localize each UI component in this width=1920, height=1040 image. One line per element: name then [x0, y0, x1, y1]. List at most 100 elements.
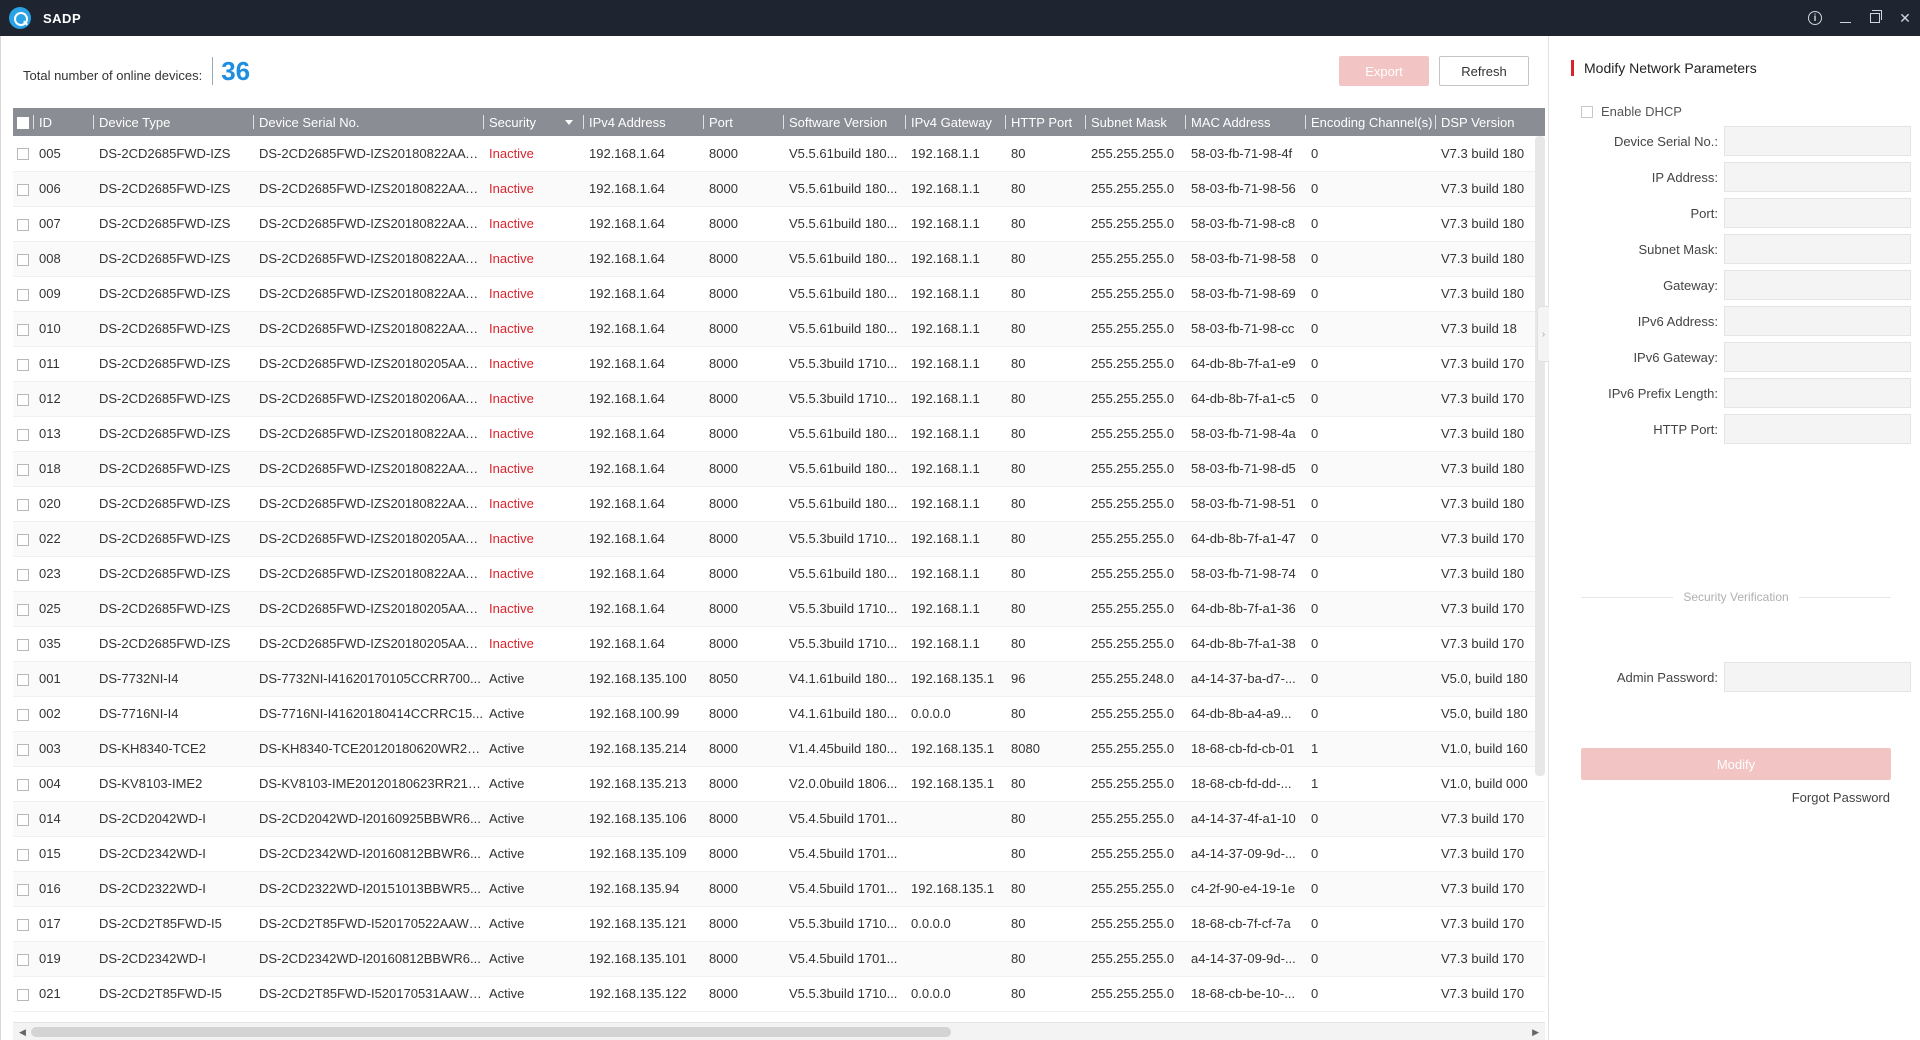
row-select-cell[interactable] — [13, 521, 33, 557]
row-select-cell[interactable] — [13, 731, 33, 767]
enable-dhcp-option[interactable]: Enable DHCP — [1581, 104, 1682, 119]
scroll-right-icon[interactable]: ▶ — [1532, 1027, 1539, 1038]
row-select-cell[interactable] — [13, 206, 33, 242]
modify-button[interactable]: Modify — [1581, 748, 1891, 780]
horizontal-scrollbar[interactable]: ◀ ▶ — [13, 1022, 1545, 1040]
table-row[interactable]: 014 DS-2CD2042WD-I DS-2CD2042WD-I20160925B… — [13, 801, 1545, 837]
table-row[interactable]: 016 DS-2CD2322WD-I DS-2CD2322WD-I20151013B… — [13, 871, 1545, 907]
minimize-button[interactable] — [1830, 0, 1860, 36]
table-row[interactable]: 009 DS-2CD2685FWD-IZS DS-2CD2685FWD-IZS201… — [13, 276, 1545, 312]
row-checkbox[interactable] — [17, 638, 29, 651]
table-row[interactable]: 020 DS-2CD2685FWD-IZS DS-2CD2685FWD-IZS201… — [13, 486, 1545, 522]
column-header-ipv4[interactable]: IPv4 Address — [583, 108, 703, 136]
row-checkbox[interactable] — [17, 288, 29, 301]
row-select-cell[interactable] — [13, 766, 33, 802]
row-checkbox[interactable] — [17, 323, 29, 336]
table-row[interactable]: 007 DS-2CD2685FWD-IZS DS-2CD2685FWD-IZS201… — [13, 206, 1545, 242]
row-select-cell[interactable] — [13, 626, 33, 662]
row-checkbox[interactable] — [17, 708, 29, 721]
row-checkbox[interactable] — [17, 883, 29, 896]
table-row[interactable]: 011 DS-2CD2685FWD-IZS DS-2CD2685FWD-IZS201… — [13, 346, 1545, 382]
field-input[interactable] — [1723, 342, 1911, 372]
row-checkbox[interactable] — [17, 183, 29, 196]
row-select-cell[interactable] — [13, 241, 33, 277]
row-select-cell[interactable] — [13, 661, 33, 697]
column-header-http-port[interactable]: HTTP Port — [1005, 108, 1085, 136]
field-input[interactable] — [1723, 162, 1911, 192]
row-select-cell[interactable] — [13, 906, 33, 942]
table-row[interactable]: 021 DS-2CD2T85FWD-I5 DS-2CD2T85FWD-I520170… — [13, 976, 1545, 1012]
row-checkbox[interactable] — [17, 253, 29, 266]
row-checkbox[interactable] — [17, 148, 29, 161]
row-select-cell[interactable] — [13, 416, 33, 452]
row-select-cell[interactable] — [13, 346, 33, 382]
enable-dhcp-checkbox[interactable] — [1581, 105, 1593, 118]
field-input[interactable] — [1723, 378, 1911, 408]
table-row[interactable]: 006 DS-2CD2685FWD-IZS DS-2CD2685FWD-IZS201… — [13, 171, 1545, 207]
table-row[interactable]: 003 DS-KH8340-TCE2 DS-KH8340-TCE2012018062… — [13, 731, 1545, 767]
field-input[interactable] — [1723, 126, 1911, 156]
collapse-panel-button[interactable]: › — [1537, 306, 1549, 362]
table-row[interactable]: 015 DS-2CD2342WD-I DS-2CD2342WD-I20160812B… — [13, 836, 1545, 872]
row-checkbox[interactable] — [17, 988, 29, 1001]
field-input[interactable] — [1723, 306, 1911, 336]
column-header-security[interactable]: Security — [483, 108, 583, 136]
row-select-cell[interactable] — [13, 801, 33, 837]
field-input[interactable] — [1723, 234, 1911, 264]
forgot-password-link[interactable]: Forgot Password — [1792, 790, 1890, 805]
select-all-checkbox[interactable] — [17, 117, 29, 130]
row-select-cell[interactable] — [13, 871, 33, 907]
row-checkbox[interactable] — [17, 218, 29, 231]
table-row[interactable]: 019 DS-2CD2342WD-I DS-2CD2342WD-I20160812B… — [13, 941, 1545, 977]
horizontal-scroll-thumb[interactable] — [31, 1027, 951, 1037]
row-checkbox[interactable] — [17, 743, 29, 756]
vertical-scrollbar[interactable] — [1535, 136, 1545, 776]
restore-button[interactable] — [1860, 0, 1890, 36]
table-row[interactable]: 002 DS-7716NI-I4 DS-7716NI-I41620180414CCR… — [13, 696, 1545, 732]
row-checkbox[interactable] — [17, 603, 29, 616]
column-header-encoding-channels[interactable]: Encoding Channel(s) — [1305, 108, 1435, 136]
table-row[interactable]: 017 DS-2CD2T85FWD-I5 DS-2CD2T85FWD-I520170… — [13, 906, 1545, 942]
row-select-cell[interactable] — [13, 381, 33, 417]
column-header-device-type[interactable]: Device Type — [93, 108, 253, 136]
row-checkbox[interactable] — [17, 673, 29, 686]
row-select-cell[interactable] — [13, 976, 33, 1012]
table-row[interactable]: 023 DS-2CD2685FWD-IZS DS-2CD2685FWD-IZS201… — [13, 556, 1545, 592]
admin-password-input[interactable] — [1723, 662, 1911, 692]
row-select-cell[interactable] — [13, 836, 33, 872]
sort-down-icon[interactable] — [565, 120, 573, 125]
row-checkbox[interactable] — [17, 848, 29, 861]
row-select-cell[interactable] — [13, 696, 33, 732]
table-row[interactable]: 022 DS-2CD2685FWD-IZS DS-2CD2685FWD-IZS201… — [13, 521, 1545, 557]
row-checkbox[interactable] — [17, 568, 29, 581]
row-select-cell[interactable] — [13, 311, 33, 347]
column-header-id[interactable]: ID — [33, 108, 93, 136]
table-row[interactable]: 001 DS-7732NI-I4 DS-7732NI-I41620170105CCR… — [13, 661, 1545, 697]
field-input[interactable] — [1723, 198, 1911, 228]
refresh-button[interactable]: Refresh — [1439, 56, 1529, 86]
table-row[interactable]: 010 DS-2CD2685FWD-IZS DS-2CD2685FWD-IZS201… — [13, 311, 1545, 347]
table-row[interactable]: 035 DS-2CD2685FWD-IZS DS-2CD2685FWD-IZS201… — [13, 626, 1545, 662]
row-checkbox[interactable] — [17, 358, 29, 371]
field-input[interactable] — [1723, 270, 1911, 300]
row-select-cell[interactable] — [13, 451, 33, 487]
row-checkbox[interactable] — [17, 393, 29, 406]
table-row[interactable]: 012 DS-2CD2685FWD-IZS DS-2CD2685FWD-IZS201… — [13, 381, 1545, 417]
export-button[interactable]: Export — [1339, 56, 1429, 86]
row-checkbox[interactable] — [17, 533, 29, 546]
row-checkbox[interactable] — [17, 428, 29, 441]
scroll-left-icon[interactable]: ◀ — [19, 1027, 26, 1038]
table-row[interactable]: 008 DS-2CD2685FWD-IZS DS-2CD2685FWD-IZS201… — [13, 241, 1545, 277]
table-row[interactable]: 004 DS-KV8103-IME2 DS-KV8103-IME2012018062… — [13, 766, 1545, 802]
table-row[interactable]: 018 DS-2CD2685FWD-IZS DS-2CD2685FWD-IZS201… — [13, 451, 1545, 487]
row-select-cell[interactable] — [13, 591, 33, 627]
row-checkbox[interactable] — [17, 953, 29, 966]
info-button[interactable]: i — [1800, 0, 1830, 36]
table-row[interactable]: 005 DS-2CD2685FWD-IZS DS-2CD2685FWD-IZS201… — [13, 136, 1545, 172]
column-header-gateway[interactable]: IPv4 Gateway — [905, 108, 1005, 136]
row-checkbox[interactable] — [17, 813, 29, 826]
row-checkbox[interactable] — [17, 498, 29, 511]
table-row[interactable]: 013 DS-2CD2685FWD-IZS DS-2CD2685FWD-IZS201… — [13, 416, 1545, 452]
column-header-software-version[interactable]: Software Version — [783, 108, 905, 136]
row-select-cell[interactable] — [13, 556, 33, 592]
